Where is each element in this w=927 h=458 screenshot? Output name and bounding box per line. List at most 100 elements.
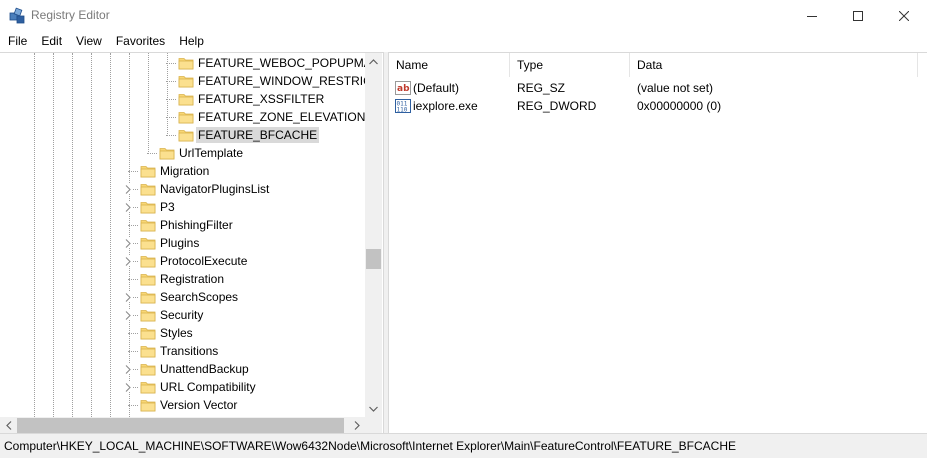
tree-item[interactable]: FEATURE_WINDOW_RESTRICTIC (0, 72, 365, 90)
value-row[interactable]: 011 110 iexplore.exe REG_DWORD 0x0000000… (389, 97, 927, 115)
expand-button[interactable] (123, 256, 133, 266)
tree-item[interactable]: SearchScopes (0, 288, 365, 306)
tree-connector-line (166, 135, 176, 136)
key-tree[interactable]: FEATURE_WEBOC_POPUPMANA FEATURE_WINDOW_RE… (0, 53, 365, 417)
tree-item-label[interactable]: URL Compatibility (158, 379, 258, 395)
chevron-right-icon (125, 202, 131, 212)
tree-connector-line (128, 333, 138, 334)
tree-item-label[interactable]: Plugins (158, 235, 201, 251)
scroll-right-button[interactable] (348, 417, 365, 433)
menu-view[interactable]: View (69, 32, 109, 50)
minimize-button[interactable] (789, 0, 835, 31)
folder-icon (140, 310, 156, 322)
menu-help[interactable]: Help (172, 32, 211, 50)
tree-connector-line (128, 405, 138, 406)
tree-item-label[interactable]: PhishingFilter (158, 217, 235, 233)
tree-item[interactable]: FEATURE_ZONE_ELEVATION (0, 108, 365, 126)
column-header-type[interactable]: Type (510, 53, 630, 77)
tree-connector-line (128, 225, 138, 226)
tree-item-label[interactable]: FEATURE_XSSFILTER (196, 91, 326, 107)
chevron-right-icon (125, 310, 131, 320)
value-type: REG_DWORD (517, 99, 597, 113)
tree-item-label[interactable]: Migration (158, 163, 211, 179)
scroll-down-button[interactable] (365, 400, 382, 417)
tree-item[interactable]: P3 (0, 198, 365, 216)
folder-icon (140, 364, 156, 376)
tree-item-label[interactable]: NavigatorPluginsList (158, 181, 271, 197)
tree-item-label[interactable]: Styles (158, 325, 195, 341)
menu-favorites[interactable]: Favorites (109, 32, 172, 50)
scroll-thumb[interactable] (366, 249, 381, 269)
key-tree-pane[interactable]: FEATURE_WEBOC_POPUPMANA FEATURE_WINDOW_RE… (0, 52, 384, 433)
tree-item[interactable]: UrlTemplate (0, 144, 365, 162)
folder-icon (140, 256, 156, 268)
horizontal-scroll-thumb[interactable] (17, 418, 344, 433)
tree-connector-line (128, 351, 138, 352)
value-name: iexplore.exe (413, 99, 478, 113)
window-title: Registry Editor (31, 8, 110, 22)
expand-button[interactable] (123, 292, 133, 302)
tree-item-label[interactable]: Version Vector (158, 397, 239, 413)
title-bar[interactable]: Registry Editor (0, 0, 927, 31)
folder-icon (178, 76, 194, 88)
expand-button[interactable] (123, 202, 133, 212)
column-header-name[interactable]: Name (389, 53, 510, 77)
tree-item[interactable]: URL Compatibility (0, 378, 365, 396)
values-list-pane[interactable]: Name Type Data ab (Default) REG_SZ (valu… (388, 52, 927, 433)
expand-button[interactable] (123, 238, 133, 248)
tree-item[interactable]: Version Vector (0, 396, 365, 414)
folder-icon (140, 274, 156, 286)
tree-item[interactable]: Styles (0, 324, 365, 342)
folder-icon (159, 148, 175, 160)
tree-item-label[interactable]: FEATURE_WEBOC_POPUPMANA (196, 55, 365, 71)
value-row[interactable]: ab (Default) REG_SZ (value not set) (389, 79, 927, 97)
tree-item-label[interactable]: P3 (158, 199, 177, 215)
regedit-icon (9, 7, 25, 24)
tree-item-label[interactable]: UnattendBackup (158, 361, 251, 377)
folder-icon (140, 184, 156, 196)
tree-vertical-scrollbar[interactable] (365, 53, 382, 417)
value-data: 0x00000000 (0) (637, 99, 722, 113)
tree-item[interactable]: UnattendBackup (0, 360, 365, 378)
tree-item[interactable]: Transitions (0, 342, 365, 360)
expand-button[interactable] (123, 364, 133, 374)
tree-horizontal-scrollbar[interactable] (0, 417, 365, 433)
expand-button[interactable] (123, 310, 133, 320)
tree-item-label[interactable]: UrlTemplate (177, 145, 245, 161)
tree-item[interactable]: FEATURE_WEBOC_POPUPMANA (0, 54, 365, 72)
tree-item-label[interactable]: ProtocolExecute (158, 253, 249, 269)
tree-item[interactable]: FEATURE_XSSFILTER (0, 90, 365, 108)
minimize-icon (807, 15, 817, 17)
tree-item[interactable]: Migration (0, 162, 365, 180)
tree-item[interactable]: NavigatorPluginsList (0, 180, 365, 198)
folder-icon (178, 94, 194, 106)
menu-edit[interactable]: Edit (34, 32, 69, 50)
tree-connector-line (147, 153, 157, 154)
tree-item-label-selected[interactable]: FEATURE_BFCACHE (196, 127, 320, 143)
chevron-left-icon (5, 421, 11, 430)
folder-icon (178, 58, 194, 70)
tree-item-label[interactable]: FEATURE_ZONE_ELEVATION (196, 109, 365, 125)
tree-item-label[interactable]: Security (158, 307, 205, 323)
column-header-data[interactable]: Data (630, 53, 918, 77)
menu-file[interactable]: File (1, 32, 34, 50)
tree-item[interactable]: Security (0, 306, 365, 324)
svg-text:ab: ab (397, 84, 410, 94)
tree-item-label[interactable]: FEATURE_WINDOW_RESTRICTIC (196, 73, 365, 89)
expand-button[interactable] (123, 184, 133, 194)
tree-item[interactable]: ProtocolExecute (0, 252, 365, 270)
folder-icon (140, 382, 156, 394)
tree-item-label[interactable]: SearchScopes (158, 289, 240, 305)
maximize-button[interactable] (835, 0, 881, 31)
tree-item-label[interactable]: Transitions (158, 343, 220, 359)
tree-item[interactable]: Plugins (0, 234, 365, 252)
close-button[interactable] (881, 0, 927, 31)
tree-item[interactable]: Registration (0, 270, 365, 288)
tree-item[interactable]: PhishingFilter (0, 216, 365, 234)
scroll-left-button[interactable] (0, 417, 17, 433)
expand-button[interactable] (123, 382, 133, 392)
tree-item-label[interactable]: Registration (158, 271, 226, 287)
tree-item[interactable]: FEATURE_BFCACHE (0, 126, 365, 144)
value-type: REG_SZ (517, 81, 566, 95)
scroll-up-button[interactable] (365, 53, 382, 70)
